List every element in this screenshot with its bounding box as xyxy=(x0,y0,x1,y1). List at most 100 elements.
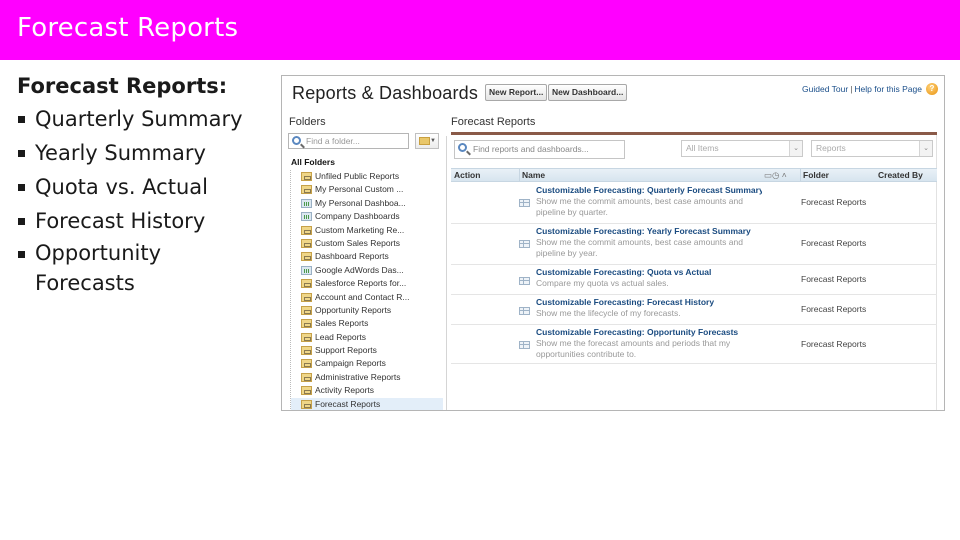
bullet-item: Opportunity Forecasts xyxy=(17,238,207,298)
report-description: Show me the forecast amounts and periods… xyxy=(536,338,731,359)
folder-item-label: My Personal Dashboa... xyxy=(315,197,406,208)
dashboard-folder-icon xyxy=(301,212,312,222)
folder-item[interactable]: Campaign Reports xyxy=(291,357,443,370)
folder-item[interactable]: Sales Reports xyxy=(291,317,443,330)
folder-search-input[interactable]: Find a folder... xyxy=(288,133,409,149)
folder-item[interactable]: Forecast Reports xyxy=(291,397,443,410)
bullet-item: Quota vs. Actual xyxy=(17,170,277,204)
folder-item-label: Opportunity Reports xyxy=(315,304,392,315)
folder-icon xyxy=(301,372,312,382)
report-icon xyxy=(519,277,530,285)
table-header: Action Name ▭◷ ˄ Folder Created By xyxy=(451,168,937,182)
bullet-list: Quarterly Summary Yearly Summary Quota v… xyxy=(17,102,277,298)
report-name-link[interactable]: Customizable Forecasting: Opportunity Fo… xyxy=(536,327,762,337)
folder-item[interactable]: Lead Reports xyxy=(291,331,443,344)
folder-item-label: Support Reports xyxy=(315,345,377,356)
report-list-panel: Find reports and dashboards... All Items… xyxy=(451,135,937,410)
slide-title-bar: Forecast Reports xyxy=(0,0,960,60)
report-name-link[interactable]: Customizable Forecasting: Quota vs Actua… xyxy=(536,267,762,277)
folder-item-label: Company Dashboards xyxy=(315,211,400,222)
folder-item[interactable]: Support Reports xyxy=(291,344,443,357)
top-links: Guided Tour | Help for this Page ? xyxy=(802,83,938,95)
bullet-item: Quarterly Summary xyxy=(17,102,277,136)
folder-item[interactable]: Company Dashboards xyxy=(291,210,443,223)
table-row: Customizable Forecasting: Quarterly Fore… xyxy=(451,183,937,224)
link-separator: | xyxy=(850,84,853,94)
folder-icon xyxy=(301,359,312,369)
item-type-select[interactable]: All Items ⌄ xyxy=(681,140,803,157)
folder-icon xyxy=(301,238,312,248)
table-row: Customizable Forecasting: Quota vs Actua… xyxy=(451,265,937,295)
report-description: Show me the commit amounts, best case am… xyxy=(536,237,743,258)
report-icon xyxy=(519,240,530,248)
folder-icon xyxy=(301,279,312,289)
folder-actions-menu[interactable]: ▼ xyxy=(415,133,439,149)
folder-tree: Unfiled Public Reports My Personal Custom… xyxy=(290,170,443,410)
column-header-created-by[interactable]: Created By xyxy=(878,169,923,182)
new-dashboard-button[interactable]: New Dashboard... xyxy=(548,84,628,101)
folder-item-label: Dashboard Reports xyxy=(315,251,389,262)
folder-item[interactable]: Custom Marketing Re... xyxy=(291,224,443,237)
folder-item[interactable]: Google AdWords Das... xyxy=(291,264,443,277)
current-folder-title: Forecast Reports xyxy=(451,116,536,128)
report-folder: Forecast Reports xyxy=(801,238,867,248)
dashboard-folder-icon xyxy=(301,198,312,208)
all-folders-node[interactable]: All Folders xyxy=(291,157,335,167)
report-kind-select[interactable]: Reports ⌄ xyxy=(811,140,933,157)
folder-icon xyxy=(301,399,312,409)
folder-item-label: Campaign Reports xyxy=(315,358,386,369)
folder-item-label: Account and Contact R... xyxy=(315,291,410,302)
folder-item[interactable]: Dashboard Reports xyxy=(291,250,443,263)
folder-item[interactable]: Salesforce Reports for... xyxy=(291,277,443,290)
report-search-placeholder: Find reports and dashboards... xyxy=(473,144,589,154)
folder-item-label: Custom Marketing Re... xyxy=(315,224,405,235)
report-folder: Forecast Reports xyxy=(801,274,867,284)
slide-title: Forecast Reports xyxy=(17,13,239,43)
bullet-heading: Forecast Reports: xyxy=(17,74,228,98)
bullet-marker-icon xyxy=(18,116,25,123)
folder-icon xyxy=(301,332,312,342)
report-name-link[interactable]: Customizable Forecasting: Forecast Histo… xyxy=(536,297,762,307)
help-icon[interactable]: ? xyxy=(926,83,938,95)
bullet-marker-icon xyxy=(18,184,25,191)
folder-item-label: Forecast Reports xyxy=(315,398,381,409)
folder-item[interactable]: Custom Sales Reports xyxy=(291,237,443,250)
pane-divider[interactable] xyxy=(446,136,447,410)
folder-icon xyxy=(301,386,312,396)
report-name-link[interactable]: Customizable Forecasting: Quarterly Fore… xyxy=(536,185,762,195)
report-name-link[interactable]: Customizable Forecasting: Yearly Forecas… xyxy=(536,226,762,236)
chevron-down-icon: ⌄ xyxy=(919,141,932,156)
folder-item[interactable]: Opportunity Reports xyxy=(291,304,443,317)
search-icon xyxy=(292,136,301,145)
folder-icon xyxy=(301,319,312,329)
column-header-action[interactable]: Action xyxy=(454,169,480,182)
folder-item[interactable]: Activity Reports xyxy=(291,384,443,397)
folder-item[interactable]: My Personal Custom ... xyxy=(291,183,443,196)
folder-item-label: Custom Sales Reports xyxy=(315,237,401,248)
new-report-button[interactable]: New Report... xyxy=(485,84,548,101)
folder-item[interactable]: Account and Contact R... xyxy=(291,291,443,304)
folder-item[interactable]: Administrative Reports xyxy=(291,371,443,384)
column-header-name[interactable]: Name xyxy=(519,169,545,182)
bullet-list-panel: Forecast Reports: Quarterly Summary Year… xyxy=(17,70,277,298)
bullet-marker-icon xyxy=(18,218,25,225)
folder-item-label: Google AdWords Das... xyxy=(315,264,404,275)
folder-item[interactable]: Unfiled Public Reports xyxy=(291,170,443,183)
guided-tour-link[interactable]: Guided Tour xyxy=(802,84,848,94)
report-search-input[interactable]: Find reports and dashboards... xyxy=(454,140,625,159)
folder-item-label: Lead Reports xyxy=(315,331,367,342)
search-icon xyxy=(458,143,467,152)
folder-icon xyxy=(301,185,312,195)
folder-item-label: Sales Reports xyxy=(315,318,369,329)
report-icon xyxy=(519,341,530,349)
column-settings-icon[interactable]: ▭◷ ˄ xyxy=(764,169,787,182)
folder-item-label: Salesforce Reports for... xyxy=(315,278,407,289)
report-folder: Forecast Reports xyxy=(801,304,867,314)
folder-icon xyxy=(301,172,312,181)
report-icon xyxy=(519,307,530,315)
help-link[interactable]: Help for this Page xyxy=(854,84,922,94)
bullet-item: Yearly Summary xyxy=(17,136,277,170)
chevron-down-icon: ⌄ xyxy=(789,141,802,156)
column-header-folder[interactable]: Folder xyxy=(800,169,829,182)
folder-item[interactable]: My Personal Dashboa... xyxy=(291,197,443,210)
